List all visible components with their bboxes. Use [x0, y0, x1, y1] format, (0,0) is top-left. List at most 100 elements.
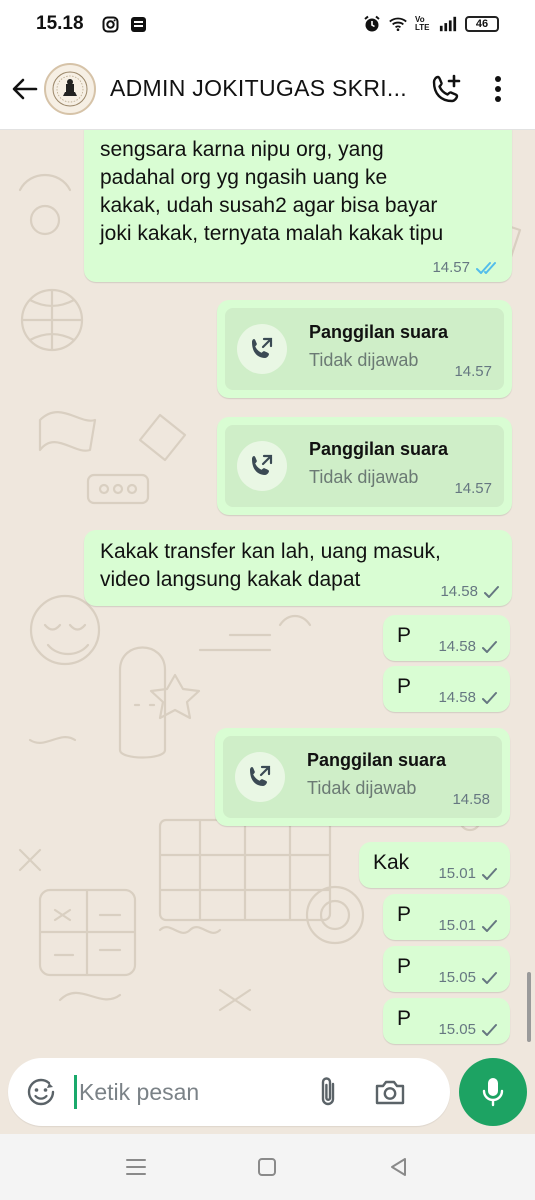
- message-bubble-outgoing[interactable]: Kak 15.01: [359, 842, 510, 888]
- message-meta: 15.05: [438, 1021, 498, 1038]
- missed-call-bubble[interactable]: Panggilan suara Tidak dijawab 14.58: [215, 728, 510, 826]
- signal-icon: [439, 15, 457, 33]
- triangle-back-icon: [391, 1158, 407, 1176]
- message-text: Kakak transfer kan lah, uang masuk, vide…: [100, 540, 441, 591]
- message-meta: 15.01: [438, 917, 498, 934]
- call-icon-circle: [235, 752, 285, 802]
- call-icon-circle: [237, 441, 287, 491]
- kebab-menu-icon: [495, 75, 501, 102]
- message-meta: 15.01: [438, 865, 498, 882]
- phone-outgoing-icon: [252, 454, 273, 475]
- message-bubble-outgoing[interactable]: P 15.05: [383, 998, 510, 1044]
- call-title: Panggilan suara: [309, 438, 449, 459]
- message-bubble-outgoing[interactable]: P 14.58: [383, 615, 510, 661]
- back-nav-button[interactable]: [379, 1147, 419, 1187]
- status-time: 15.18: [36, 13, 84, 34]
- check-icon: [482, 640, 498, 654]
- missed-call-bubble[interactable]: Panggilan suara Tidak dijawab 14.57: [217, 300, 512, 398]
- check-icon: [482, 691, 498, 705]
- chat-header: ADMIN JOKITUGAS SKRI...: [0, 48, 535, 130]
- call-texts: Panggilan suara Tidak dijawab: [309, 322, 448, 371]
- message-text: P: [397, 1007, 412, 1030]
- alarm-icon: [363, 15, 381, 33]
- text-cursor: [74, 1075, 77, 1109]
- call-title: Panggilan suara: [309, 321, 449, 342]
- voice-record-button[interactable]: [459, 1058, 527, 1126]
- phone-plus-icon: [432, 74, 461, 102]
- message-text: P: [397, 675, 412, 698]
- message-bubble-outgoing[interactable]: Kakak transfer kan lah, uang masuk, vide…: [84, 530, 512, 606]
- message-time: 14.58: [440, 583, 478, 600]
- status-right: Vo LTE 46: [363, 15, 499, 33]
- contact-name[interactable]: ADMIN JOKITUGAS SKRI...: [110, 75, 410, 102]
- add-call-button[interactable]: [428, 69, 464, 109]
- status-bar: 15.18 Vo LTE 46: [0, 0, 535, 48]
- paperclip-icon: [321, 1077, 335, 1106]
- call-time: 14.57: [454, 363, 492, 380]
- instagram-icon: [102, 15, 120, 33]
- wifi-icon: [389, 15, 407, 33]
- call-card[interactable]: Panggilan suara Tidak dijawab 14.58: [223, 736, 502, 818]
- scrollbar-thumb[interactable]: [527, 972, 531, 1042]
- network-type-label: Vo LTE: [415, 15, 430, 32]
- message-meta: 14.58: [440, 583, 500, 600]
- back-button[interactable]: [8, 69, 42, 109]
- call-status: Tidak dijawab: [309, 349, 419, 370]
- check-icon: [482, 971, 498, 985]
- microphone-icon: [482, 1078, 504, 1107]
- call-status: Tidak dijawab: [309, 466, 419, 487]
- message-meta: 14.58: [438, 689, 498, 706]
- home-button[interactable]: [247, 1147, 287, 1187]
- check-icon: [484, 585, 500, 599]
- sticker-button[interactable]: [24, 1075, 58, 1109]
- message-time: 15.01: [438, 917, 476, 934]
- message-text: P: [397, 955, 412, 978]
- message-bubble-outgoing[interactable]: P 15.01: [383, 894, 510, 940]
- message-time: 14.58: [438, 689, 476, 706]
- message-text: P: [397, 624, 412, 647]
- call-card[interactable]: Panggilan suara Tidak dijawab 14.57: [225, 425, 504, 507]
- chat-messages-area[interactable]: sengsara karna nipu org, yang padahal or…: [0, 130, 535, 1050]
- call-icon-circle: [237, 324, 287, 374]
- call-title: Panggilan suara: [307, 749, 447, 770]
- message-composer: [8, 1058, 450, 1126]
- contact-avatar[interactable]: [44, 62, 96, 115]
- message-meta: 14.58: [438, 638, 498, 655]
- call-time: 14.58: [452, 791, 490, 808]
- sticker-icon: [27, 1078, 55, 1106]
- message-bubble-outgoing[interactable]: P 15.05: [383, 946, 510, 992]
- message-meta: 15.05: [438, 969, 498, 986]
- recents-button[interactable]: [116, 1147, 156, 1187]
- message-bubble-outgoing[interactable]: P 14.58: [383, 666, 510, 712]
- notification-icons: [102, 15, 148, 33]
- missed-call-bubble[interactable]: Panggilan suara Tidak dijawab 14.57: [217, 417, 512, 515]
- call-time: 14.57: [454, 480, 492, 497]
- logo-icon: [52, 71, 88, 106]
- message-bubble-outgoing[interactable]: sengsara karna nipu org, yang padahal or…: [84, 130, 512, 282]
- check-icon: [482, 919, 498, 933]
- message-meta: 14.57: [432, 259, 500, 276]
- system-navigation-bar: [0, 1134, 535, 1200]
- message-time: 15.05: [438, 1021, 476, 1038]
- arrow-left-icon: [12, 78, 38, 99]
- attach-button[interactable]: [313, 1072, 343, 1112]
- double-check-read-icon: [476, 261, 500, 275]
- phone-outgoing-icon: [250, 765, 271, 786]
- message-time: 15.01: [438, 865, 476, 882]
- call-card[interactable]: Panggilan suara Tidak dijawab 14.57: [225, 308, 504, 390]
- battery-indicator: 46: [465, 16, 499, 32]
- message-text: sengsara karna nipu org, yang padahal or…: [100, 138, 444, 245]
- camera-icon: [375, 1080, 405, 1105]
- message-input[interactable]: [79, 1078, 289, 1106]
- phone-outgoing-icon: [252, 337, 273, 358]
- menu-lines-icon: [125, 1159, 146, 1175]
- message-text: P: [397, 903, 412, 926]
- call-texts: Panggilan suara Tidak dijawab: [307, 750, 446, 799]
- call-texts: Panggilan suara Tidak dijawab: [309, 439, 448, 488]
- message-time: 15.05: [438, 969, 476, 986]
- more-options-button[interactable]: [488, 69, 508, 109]
- camera-button[interactable]: [373, 1072, 407, 1112]
- check-icon: [482, 867, 498, 881]
- home-square-icon: [258, 1158, 277, 1176]
- bank-app-icon: [130, 15, 148, 33]
